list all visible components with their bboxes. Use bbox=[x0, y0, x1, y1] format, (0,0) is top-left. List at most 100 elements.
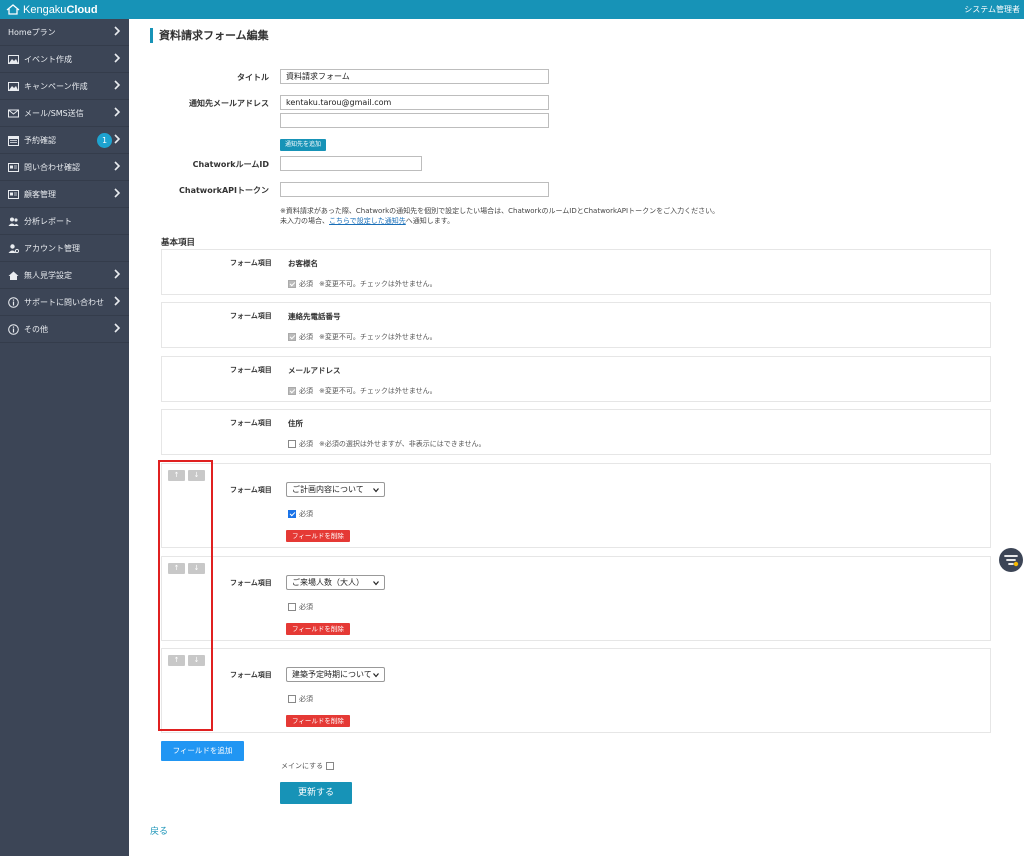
page-title: 資料請求フォーム編集 bbox=[150, 28, 269, 43]
notification-badge: 1 bbox=[97, 133, 112, 148]
field-label: フォーム項目 bbox=[230, 366, 272, 374]
sidebar-item-other[interactable]: その他 bbox=[0, 316, 129, 343]
house-logo-icon bbox=[6, 4, 20, 15]
update-button[interactable]: 更新する bbox=[280, 782, 352, 804]
required-checkbox bbox=[288, 387, 296, 395]
required-checkbox[interactable] bbox=[288, 440, 296, 448]
chevron-down-icon bbox=[373, 673, 379, 678]
field-name: メールアドレス bbox=[288, 366, 341, 375]
chatwork-note: ※資料請求があった際、Chatworkの通知先を個別で設定したい場合は、Chat… bbox=[280, 207, 720, 215]
calendar-icon bbox=[8, 135, 19, 146]
chevron-down-icon bbox=[373, 581, 379, 586]
floating-menu-button[interactable] bbox=[999, 548, 1023, 572]
chevron-right-icon bbox=[114, 80, 121, 90]
sidebar-item-label: アカウント管理 bbox=[24, 243, 80, 253]
notify-email-input-1[interactable]: kentaku.tarou@gmail.com bbox=[280, 95, 549, 110]
add-field-button[interactable]: フィールドを追加 bbox=[161, 741, 244, 761]
sidebar-item-unmanned-tour[interactable]: 無人見学設定 bbox=[0, 262, 129, 289]
custom-field-card: ↑ ↓ フォーム項目 ご来場人数（大人） 必須 フィールドを削除 bbox=[161, 556, 991, 641]
chatwork-token-input[interactable] bbox=[280, 182, 549, 197]
field-name: お客様名 bbox=[288, 259, 318, 268]
image-icon bbox=[8, 54, 19, 64]
chevron-right-icon bbox=[114, 188, 121, 198]
field-label: フォーム項目 bbox=[230, 671, 272, 679]
field-label: フォーム項目 bbox=[230, 579, 272, 587]
sidebar-item-accounts[interactable]: アカウント管理 bbox=[0, 235, 129, 262]
sidebar-item-event[interactable]: イベント作成 bbox=[0, 46, 129, 73]
chatwork-token-label: ChatworkAPIトークン bbox=[179, 186, 269, 195]
required-checkbox[interactable] bbox=[288, 510, 296, 518]
required-row: 必須 ※変更不可。チェックは外せません。 bbox=[288, 332, 437, 342]
field-label: フォーム項目 bbox=[230, 259, 272, 267]
sidebar-item-inquiries[interactable]: 問い合わせ確認 bbox=[0, 154, 129, 181]
title-label: タイトル bbox=[237, 73, 269, 82]
delete-field-button[interactable]: フィールドを削除 bbox=[286, 623, 350, 635]
notify-email-input-2[interactable] bbox=[280, 113, 549, 128]
chevron-right-icon bbox=[114, 269, 121, 279]
chevron-right-icon bbox=[114, 107, 121, 117]
make-main-row: メインにする bbox=[281, 761, 335, 771]
add-recipient-button[interactable]: 通知先を追加 bbox=[280, 139, 327, 151]
title-input[interactable]: 資料請求フォーム bbox=[280, 69, 549, 84]
field-label: フォーム項目 bbox=[230, 312, 272, 320]
id-card-icon bbox=[8, 189, 19, 199]
required-checkbox bbox=[288, 333, 296, 341]
sidebar-item-support[interactable]: サポートに問い合わせ bbox=[0, 289, 129, 316]
delete-field-button[interactable]: フィールドを削除 bbox=[286, 530, 350, 542]
required-row: 必須 ※必須の選択は外せますが、非表示にはできません。 bbox=[288, 439, 486, 449]
custom-field-card: ↑ ↓ フォーム項目 建築予定時期について 必須 フィールドを削除 bbox=[161, 648, 991, 733]
chatwork-room-input[interactable] bbox=[280, 156, 422, 171]
chevron-right-icon bbox=[114, 296, 121, 306]
basic-field-card: フォーム項目 お客様名 必須 ※変更不可。チェックは外せません。 bbox=[161, 249, 991, 295]
filter-list-icon bbox=[1004, 555, 1019, 567]
user-gear-icon bbox=[8, 243, 19, 253]
sidebar-item-customers[interactable]: 顧客管理 bbox=[0, 181, 129, 208]
id-card-icon bbox=[8, 162, 19, 172]
basic-field-card: フォーム項目 メールアドレス 必須 ※変更不可。チェックは外せません。 bbox=[161, 356, 991, 402]
top-bar: KengakuCloud システム管理者 bbox=[0, 0, 1024, 19]
info-circle-icon bbox=[8, 296, 19, 308]
sidebar-item-label: 分析レポート bbox=[24, 216, 72, 226]
basic-field-card: フォーム項目 連絡先電話番号 必須 ※変更不可。チェックは外せません。 bbox=[161, 302, 991, 348]
field-label: フォーム項目 bbox=[230, 419, 272, 427]
field-name: 住所 bbox=[288, 419, 303, 428]
custom-field-card: ↑ ↓ フォーム項目 ご計画内容について 必須 フィールドを削除 bbox=[161, 463, 991, 548]
user-role-label[interactable]: システム管理者 bbox=[964, 4, 1020, 15]
chatwork-note-fallback: 未入力の場合、こちらで設定した通知先へ通知します。 bbox=[280, 217, 455, 225]
highlight-annotation-box bbox=[158, 460, 213, 731]
chevron-right-icon bbox=[114, 323, 121, 333]
chevron-right-icon bbox=[114, 161, 121, 171]
delete-field-button[interactable]: フィールドを削除 bbox=[286, 715, 350, 727]
home-icon bbox=[8, 271, 19, 280]
required-row: 必須 ※変更不可。チェックは外せません。 bbox=[288, 386, 437, 396]
sidebar-item-home-plan[interactable]: Homeプラン bbox=[0, 19, 129, 46]
chevron-down-icon bbox=[373, 488, 379, 493]
required-checkbox[interactable] bbox=[288, 695, 296, 703]
field-label: フォーム項目 bbox=[230, 486, 272, 494]
notify-settings-link[interactable]: こちらで設定した通知先 bbox=[329, 217, 406, 225]
field-select[interactable]: ご来場人数（大人） bbox=[286, 575, 385, 590]
sidebar-item-campaign[interactable]: キャンペーン作成 bbox=[0, 73, 129, 100]
field-select[interactable]: 建築予定時期について bbox=[286, 667, 385, 682]
basic-items-heading: 基本項目 bbox=[161, 238, 196, 248]
chevron-right-icon bbox=[114, 53, 121, 63]
sidebar-item-mail-sms[interactable]: メール/SMS送信 bbox=[0, 100, 129, 127]
envelope-icon bbox=[8, 109, 19, 117]
sidebar-item-reports[interactable]: 分析レポート bbox=[0, 208, 129, 235]
required-checkbox[interactable] bbox=[288, 603, 296, 611]
sidebar-item-reservations[interactable]: 予約確認 1 bbox=[0, 127, 129, 154]
make-main-checkbox[interactable] bbox=[326, 762, 335, 770]
required-checkbox bbox=[288, 280, 296, 288]
required-row: 必須 bbox=[288, 509, 313, 519]
chatwork-room-label: ChatworkルームID bbox=[192, 160, 269, 169]
users-icon bbox=[8, 217, 19, 226]
sidebar: Homeプラン イベント作成 キャンペーン作成 メール/SMS送信 予約確認 1… bbox=[0, 19, 129, 856]
sidebar-item-label: Homeプラン bbox=[8, 27, 56, 37]
back-link[interactable]: 戻る bbox=[150, 824, 168, 837]
field-select[interactable]: ご計画内容について bbox=[286, 482, 385, 497]
brand-logo[interactable]: KengakuCloud bbox=[6, 2, 98, 17]
notify-email-label: 通知先メールアドレス bbox=[189, 99, 269, 108]
chevron-right-icon bbox=[114, 26, 121, 36]
chevron-right-icon bbox=[114, 134, 121, 144]
required-row: 必須 bbox=[288, 694, 313, 704]
